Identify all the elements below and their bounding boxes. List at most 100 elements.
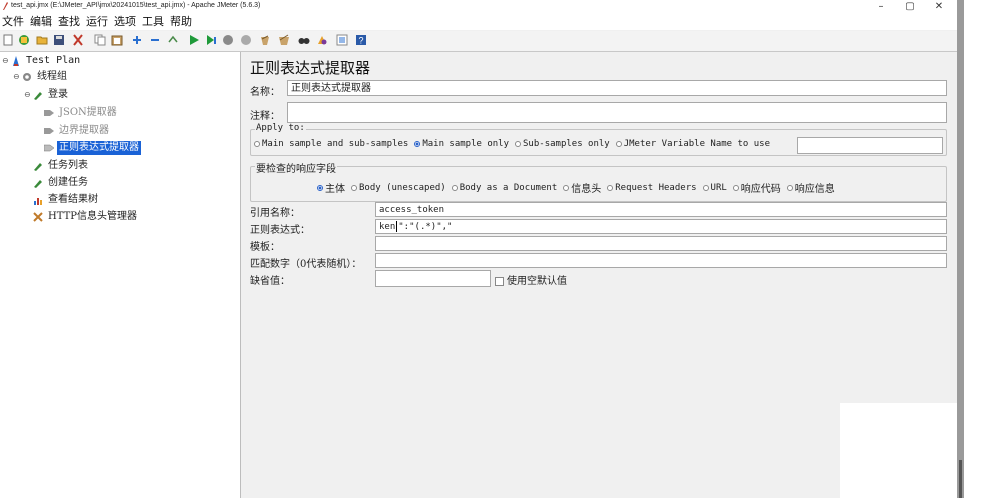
templates-icon[interactable] — [18, 34, 30, 46]
wrench-icon — [33, 212, 43, 222]
field-body-unescaped-radio[interactable]: Body (unescaped) — [351, 183, 446, 193]
tree-label: 查看结果树 — [48, 194, 98, 205]
start-icon[interactable] — [188, 34, 200, 46]
close-button[interactable]: ✕ — [924, 0, 954, 14]
collapse-icon[interactable] — [149, 34, 161, 46]
tree-node-http-header[interactable]: HTTP信息头管理器 — [33, 210, 139, 224]
tree-label: HTTP信息头管理器 — [48, 211, 137, 222]
field-to-check-group: 要检查的响应字段 主体 Body (unescaped) Body as a D… — [250, 160, 947, 202]
help-icon[interactable]: ? — [355, 34, 367, 46]
copy-icon[interactable] — [94, 34, 106, 46]
tree-node-create-task[interactable]: 创建任务 — [33, 176, 90, 190]
start-no-pause-icon[interactable] — [205, 34, 217, 46]
menu-bar: 文件 编辑 查找 运行 选项 工具 帮助 — [0, 14, 957, 30]
tree-node-boundary-extractor[interactable]: 边界提取器 — [44, 124, 111, 138]
cut-icon[interactable] — [72, 34, 84, 46]
tree-node-regex-extractor[interactable]: 正则表达式提取器 — [44, 141, 141, 155]
tree-label: 创建任务 — [48, 177, 88, 188]
tree-node-view-results[interactable]: 查看结果树 — [33, 193, 100, 207]
sampler-pen-icon — [34, 92, 42, 100]
field-response-code-radio[interactable]: 响应代码 — [732, 180, 781, 195]
regex-value-suffix: ":"(.*)"," — [398, 222, 453, 232]
apply-to-group: Apply to: Main sample and sub-samples Ma… — [250, 123, 947, 156]
menu-file[interactable]: 文件 — [2, 14, 24, 30]
tree-node-test-plan[interactable]: ⊖ Test Plan — [2, 54, 82, 68]
minimize-button[interactable]: – — [866, 0, 896, 14]
scroll-thumb — [959, 460, 962, 498]
tree-label: JSON提取器 — [59, 107, 117, 118]
tree-node-json-extractor[interactable]: JSON提取器 — [44, 106, 119, 120]
open-icon[interactable] — [36, 34, 48, 46]
search-icon[interactable] — [298, 34, 310, 46]
menu-tools[interactable]: 工具 — [142, 14, 164, 30]
window-title: test_api.jmx (E:\JMeter_API\jmx\20241015… — [11, 2, 261, 9]
apply-main-and-sub-radio[interactable]: Main sample and sub-samples — [254, 139, 408, 149]
jmeter-variable-name-input[interactable] — [797, 137, 943, 154]
use-empty-default-label: 使用空默认值 — [507, 276, 567, 287]
regex-value-prefix: ken — [379, 222, 396, 232]
save-icon[interactable] — [53, 34, 65, 46]
menu-edit[interactable]: 编辑 — [30, 14, 52, 30]
name-field[interactable]: 正则表达式提取器 — [287, 80, 947, 96]
use-empty-default-checkbox[interactable]: 使用空默认值 — [495, 272, 567, 287]
new-icon[interactable] — [2, 34, 14, 46]
function-helper-icon[interactable] — [336, 34, 348, 46]
collapse-toggle-icon[interactable]: ⊖ — [24, 88, 33, 102]
expand-icon[interactable] — [131, 34, 143, 46]
apply-main-only-radio[interactable]: Main sample only — [414, 139, 509, 149]
collapse-toggle-icon[interactable]: ⊖ — [13, 70, 22, 84]
field-to-check-options: 主体 Body (unescaped) Body as a Document 信… — [317, 180, 841, 195]
comment-label: 注释： — [250, 111, 280, 122]
tree-node-login[interactable]: ⊖ 登录 — [24, 88, 70, 102]
tree-node-thread-group[interactable]: ⊖ 线程组 — [13, 70, 69, 84]
tree-label: 线程组 — [37, 71, 67, 82]
svg-text:?: ? — [358, 36, 363, 46]
field-request-headers-radio[interactable]: Request Headers — [607, 183, 697, 193]
field-headers-radio[interactable]: 信息头 — [563, 180, 601, 195]
post-processor-icon — [44, 110, 54, 116]
menu-help[interactable]: 帮助 — [170, 14, 192, 30]
tree-label: Test Plan — [26, 55, 81, 66]
post-processor-icon — [44, 128, 54, 134]
title-bar: test_api.jmx (E:\JMeter_API\jmx\20241015… — [0, 0, 957, 14]
clear-all-icon[interactable] — [278, 34, 290, 46]
tree-label: 正则表达式提取器 — [57, 141, 141, 155]
menu-options[interactable]: 选项 — [114, 14, 136, 30]
reset-search-icon[interactable] — [316, 34, 328, 46]
paste-icon[interactable] — [111, 34, 123, 46]
template-field[interactable] — [375, 236, 947, 251]
post-processor-icon — [44, 144, 54, 152]
field-body-document-radio[interactable]: Body as a Document — [451, 183, 557, 193]
apply-sub-only-radio[interactable]: Sub-samples only — [515, 139, 610, 149]
ref-name-field[interactable]: access_token — [375, 202, 947, 217]
menu-search[interactable]: 查找 — [58, 14, 80, 30]
match-no-field[interactable] — [375, 253, 947, 268]
shutdown-icon[interactable] — [240, 34, 252, 46]
sampler-pen-icon — [34, 180, 42, 188]
field-body-radio[interactable]: 主体 — [317, 180, 345, 195]
toggle-icon[interactable] — [167, 34, 179, 46]
clear-icon[interactable] — [259, 34, 271, 46]
collapse-toggle-icon[interactable]: ⊖ — [2, 54, 11, 68]
window-border — [957, 0, 964, 498]
maximize-button[interactable]: ▢ — [895, 0, 925, 14]
ref-name-label: 引用名称： — [250, 208, 300, 219]
jmeter-feather-icon — [3, 2, 8, 10]
field-url-radio[interactable]: URL — [702, 183, 727, 193]
field-response-message-radio[interactable]: 响应信息 — [786, 180, 835, 195]
tree-label: 登录 — [48, 89, 68, 100]
regex-field[interactable]: ken ":"(.*)"," — [375, 219, 947, 234]
gear-icon — [23, 73, 31, 81]
default-value-field[interactable] — [375, 270, 491, 287]
regex-label: 正则表达式： — [250, 225, 310, 236]
menu-run[interactable]: 运行 — [86, 14, 108, 30]
comment-field[interactable] — [287, 102, 947, 123]
tree-node-task-list[interactable]: 任务列表 — [33, 159, 90, 173]
test-plan-tree: ⊖ Test Plan ⊖ 线程组 ⊖ 登录 JSON提取器 边界提取器 正则表… — [0, 52, 241, 498]
background-window-edge — [957, 0, 996, 498]
apply-jmeter-variable-radio[interactable]: JMeter Variable Name to use — [615, 139, 770, 149]
apply-to-title: Apply to: — [255, 123, 306, 133]
stop-icon[interactable] — [222, 34, 234, 46]
template-label: 模板： — [250, 242, 280, 253]
test-plan-icon — [13, 56, 19, 66]
